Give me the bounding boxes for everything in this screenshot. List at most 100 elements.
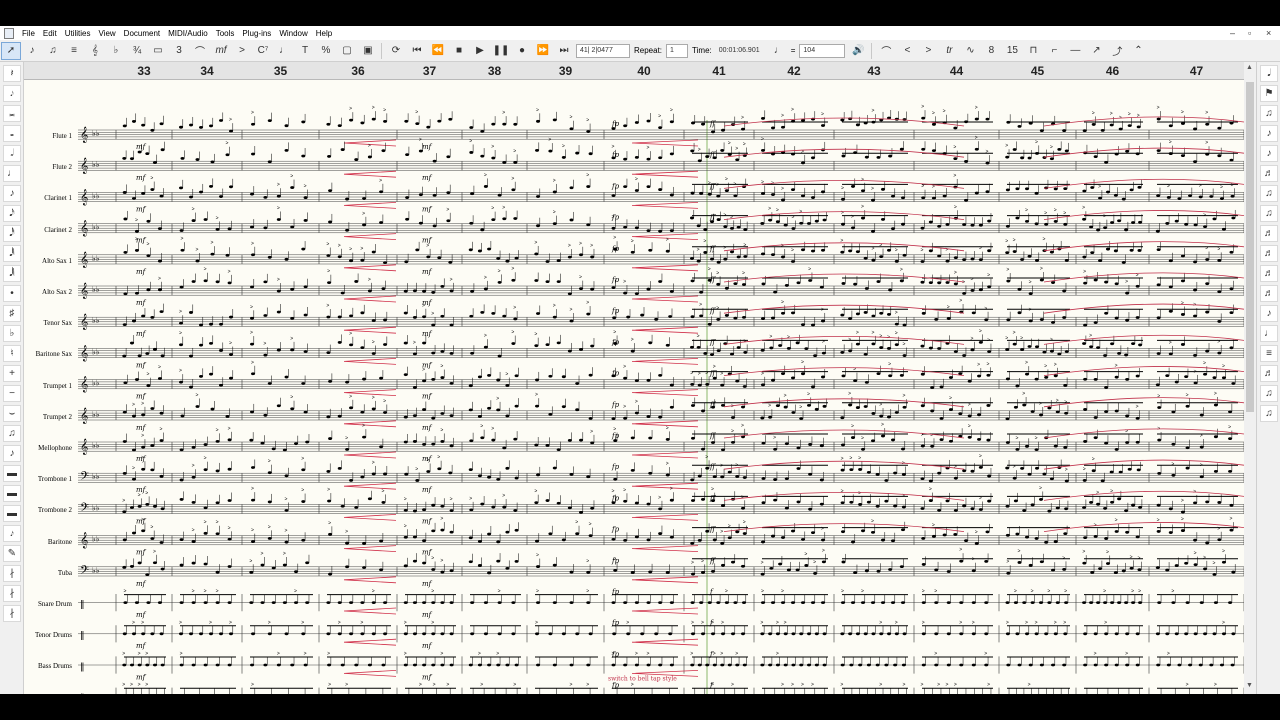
palette-broken-beam-icon[interactable]: ♬: [1260, 285, 1278, 302]
app-icon[interactable]: [4, 27, 14, 39]
scroll-up-icon[interactable]: ▲: [1246, 64, 1253, 71]
palette-rest-icon[interactable]: 𝄽: [3, 65, 21, 82]
menu-window[interactable]: Window: [275, 29, 311, 38]
arrow-tool-icon[interactable]: ↗: [1086, 42, 1106, 60]
palette-sharp-icon[interactable]: ♯: [3, 305, 21, 322]
measure-number[interactable]: 47: [1190, 64, 1203, 78]
menu-file[interactable]: File: [18, 29, 39, 38]
resize-tool-icon[interactable]: ▣: [358, 42, 378, 60]
crescendo-hairpin[interactable]: [631, 170, 699, 178]
time-signature-icon[interactable]: ¾: [127, 42, 147, 60]
palette-breve-icon[interactable]: 𝅜: [3, 105, 21, 122]
simple-entry-icon[interactable]: ♪: [22, 42, 42, 60]
crescendo-hairpin[interactable]: [343, 202, 397, 209]
palette-grace-slash-icon[interactable]: 𝆔: [3, 525, 21, 542]
palette-cue-icon[interactable]: ▬: [3, 505, 21, 522]
palette-stem-down-icon[interactable]: ♪: [1260, 145, 1278, 162]
palette-32nd-icon[interactable]: 𝅘𝅥𝅰: [3, 225, 21, 242]
crescendo-hairpin[interactable]: [631, 607, 699, 615]
trill-tool-icon[interactable]: tr: [939, 42, 959, 60]
menu-midi-audio[interactable]: MIDI/Audio: [164, 29, 212, 38]
tuplet-tool-icon[interactable]: 3: [169, 42, 189, 60]
articulation-tool-icon[interactable]: >: [232, 42, 252, 60]
palette-lock-icon[interactable]: ∤: [3, 565, 21, 582]
slur[interactable]: [1043, 490, 1244, 501]
crescendo-hairpin[interactable]: [631, 389, 699, 396]
palette-beam-break-secondary-icon[interactable]: ♬: [1260, 245, 1278, 262]
crescendo-hairpin[interactable]: [343, 233, 397, 240]
smart-shape-icon[interactable]: ⌒: [190, 42, 210, 60]
measure-number[interactable]: 35: [274, 64, 287, 78]
palette-natural-icon[interactable]: ♮: [3, 345, 21, 362]
palette-beam-break-icon[interactable]: ♫: [1260, 105, 1278, 122]
selection-tool-icon[interactable]: ➚: [1, 41, 21, 60]
slur[interactable]: [1043, 272, 1244, 283]
menu-edit[interactable]: Edit: [39, 29, 61, 38]
measure-number[interactable]: 44: [950, 64, 963, 78]
menu-help[interactable]: Help: [312, 29, 336, 38]
crescendo-hairpin[interactable]: [631, 576, 699, 584]
repeat-field[interactable]: 1: [666, 43, 689, 58]
slur[interactable]: [1043, 366, 1244, 376]
palette-quarter-icon[interactable]: ♩: [3, 165, 21, 182]
palette-reverse-stem-icon[interactable]: ♪: [1260, 305, 1278, 322]
repeat-tool-icon[interactable]: %: [316, 42, 336, 60]
measure-number[interactable]: 46: [1106, 64, 1119, 78]
glissando-tool-icon[interactable]: ∿: [960, 42, 980, 60]
palette-grace-icon[interactable]: 𝆕: [3, 85, 21, 102]
palette-stem-up-icon[interactable]: ♪: [1260, 125, 1278, 142]
palette-stem-length-icon[interactable]: ♬: [1260, 365, 1278, 382]
crescendo-hairpin[interactable]: [343, 420, 397, 428]
notation-area[interactable]: 𝄞 ♭♭>>> > > > > >> >>>> >>>>>> >>> >>> >>> >mf mffffp…: [24, 80, 1244, 694]
text-tool-icon[interactable]: T: [295, 42, 315, 60]
measure-number[interactable]: 43: [867, 64, 880, 78]
palette-split-stem-icon[interactable]: ♫: [1260, 405, 1278, 422]
rewind-start-icon[interactable]: ⏮: [407, 42, 427, 60]
vertical-scrollbar[interactable]: ▲ ▼: [1244, 62, 1256, 694]
palette-half-step-down-icon[interactable]: −: [3, 385, 21, 402]
staff-tool-icon[interactable]: ≡: [64, 42, 84, 60]
palette-half-icon[interactable]: 𝅗𝅥: [3, 145, 21, 162]
expression-tool-icon[interactable]: mf: [211, 42, 231, 60]
crescendo-hairpin[interactable]: [343, 576, 397, 584]
palette-voice-icon[interactable]: ♪: [3, 445, 21, 462]
line-tool-icon[interactable]: —: [1065, 42, 1085, 60]
score-canvas[interactable]: 33 34 35 36 37 38 39 40 41 42 43 44 45 46 47 Flute 1 Fl…: [24, 62, 1244, 694]
palette-eraser-icon[interactable]: ▬: [3, 465, 21, 482]
crescendo-hairpin[interactable]: [343, 607, 397, 615]
ottava-tool-icon[interactable]: 8: [981, 42, 1001, 60]
measure-number[interactable]: 33: [137, 64, 150, 78]
graphics-tool-icon[interactable]: ▢: [337, 42, 357, 60]
palette-eighth-icon[interactable]: ♪: [3, 185, 21, 202]
palette-pickup-icon[interactable]: 𝅘𝅥: [1260, 65, 1278, 82]
slur-tool-icon[interactable]: ⌒: [876, 42, 896, 60]
crescendo-hairpin[interactable]: [631, 638, 699, 646]
slur[interactable]: [1043, 147, 1244, 158]
measure-number[interactable]: 34: [200, 64, 213, 78]
restore-button[interactable]: ▫: [1248, 28, 1251, 38]
palette-beam-extend-icon[interactable]: ♫: [1260, 205, 1278, 222]
palette-64th-icon[interactable]: 𝅘𝅥𝅱: [3, 245, 21, 262]
palette-sixteenth-icon[interactable]: 𝅘𝅥𝅯: [3, 205, 21, 222]
measure-number[interactable]: 38: [488, 64, 501, 78]
palette-flat-icon[interactable]: ♭: [3, 325, 21, 342]
slur[interactable]: [1043, 459, 1244, 470]
palette-tremolo-icon[interactable]: ♬: [1260, 165, 1278, 182]
crescendo-hairpin[interactable]: [631, 326, 699, 334]
quindicesima-tool-icon[interactable]: 15: [1002, 42, 1022, 60]
record-icon[interactable]: ●: [512, 42, 532, 60]
crescendo-hairpin[interactable]: [343, 545, 397, 552]
palette-feathered-beam-icon[interactable]: ♬: [1260, 265, 1278, 282]
cresc-hairpin-icon[interactable]: <: [897, 42, 917, 60]
palette-128th-icon[interactable]: 𝅘𝅥𝅲: [3, 265, 21, 282]
palette-half-step-up-icon[interactable]: +: [3, 365, 21, 382]
chord-tool-icon[interactable]: C⁷: [253, 42, 273, 60]
tempo-field[interactable]: 104: [799, 43, 846, 58]
crescendo-hairpin[interactable]: [631, 514, 699, 521]
measure-number[interactable]: 39: [559, 64, 572, 78]
slur[interactable]: [1043, 116, 1244, 127]
measure-number[interactable]: 36: [351, 64, 364, 78]
palette-beam-icon[interactable]: ∤: [3, 605, 21, 622]
close-button[interactable]: ×: [1266, 28, 1271, 38]
slur[interactable]: [1043, 397, 1244, 408]
